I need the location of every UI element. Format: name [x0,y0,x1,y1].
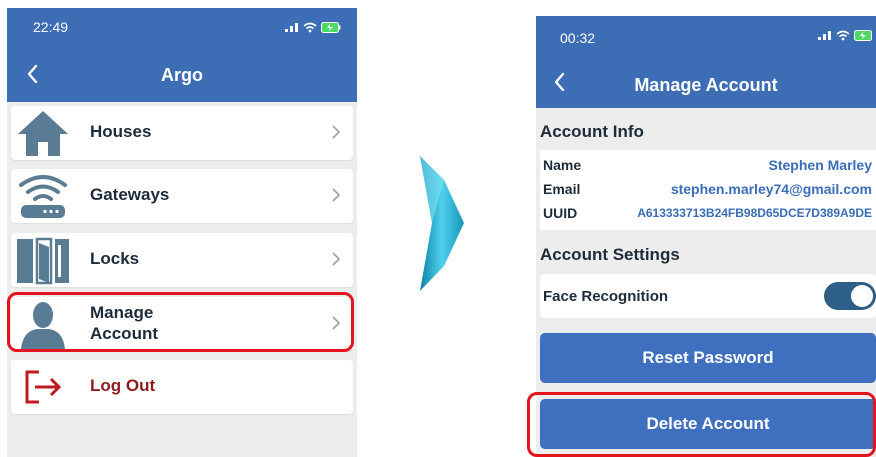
menu-item-houses[interactable]: Houses [11,106,353,160]
uuid-label: UUID [543,205,578,221]
reset-password-button[interactable]: Reset Password [540,333,876,383]
nav-title: Argo [161,65,203,85]
face-recognition-row: Face Recognition [540,274,876,318]
menu-label-log-out: Log Out [90,376,156,395]
status-icons [285,20,341,34]
locks-icon [17,237,69,285]
menu-item-gateways[interactable]: Gateways [11,169,353,223]
info-row-uuid: UUID A613333713B24FB98D65DCE7D389A9DE [542,203,876,223]
name-value: Stephen Marley [768,157,872,173]
nav-bar: Manage Account [536,58,876,108]
manage-account-screen: 00:32 Manage Account Account Info Name S… [536,16,876,457]
highlight-manage-account [7,292,354,352]
email-value: stephen.marley74@gmail.com [670,181,872,197]
face-recognition-toggle[interactable] [824,282,876,310]
info-row-name: Name Stephen Marley [542,155,876,175]
gateway-icon [19,175,67,218]
wifi-icon [836,30,850,40]
info-row-email: Email stephen.marley74@gmail.com [542,179,876,199]
logout-icon [25,370,62,404]
account-settings-header: Account Settings [540,245,680,264]
status-bar: 00:32 [536,16,876,58]
battery-icon [321,21,341,33]
right-arrow-icon [420,156,464,291]
highlight-delete-account [527,392,876,457]
signal-icon [818,31,831,40]
nav-title: Manage Account [634,75,778,95]
status-time: 00:32 [560,30,596,46]
face-recognition-label: Face Recognition [543,288,669,305]
chevron-right-icon [332,125,341,139]
nav-bar: Argo [7,50,357,102]
status-time: 22:49 [33,19,69,35]
email-label: Email [543,181,581,197]
wifi-icon [303,22,317,32]
account-info-header: Account Info [540,122,644,141]
status-icons [818,28,874,42]
menu-item-log-out[interactable]: Log Out [11,360,353,414]
chevron-right-icon [332,252,341,266]
menu-item-locks[interactable]: Locks [11,233,353,287]
menu-label-gateways: Gateways [90,185,170,204]
uuid-value: A613333713B24FB98D65DCE7D389A9DE [637,206,872,220]
status-bar: 22:49 [7,8,357,50]
menu-label-locks: Locks [90,249,140,268]
argo-menu-screen: 22:49 Argo Houses Gateways Locks Manage … [7,8,357,457]
house-icon [18,111,68,156]
battery-icon [854,29,872,41]
name-label: Name [543,157,582,173]
signal-icon [285,23,298,32]
chevron-right-icon [332,188,341,202]
menu-label-houses: Houses [90,122,152,141]
toggle-knob [851,285,873,307]
account-info-card: Name Stephen Marley Email stephen.marley… [540,150,876,230]
